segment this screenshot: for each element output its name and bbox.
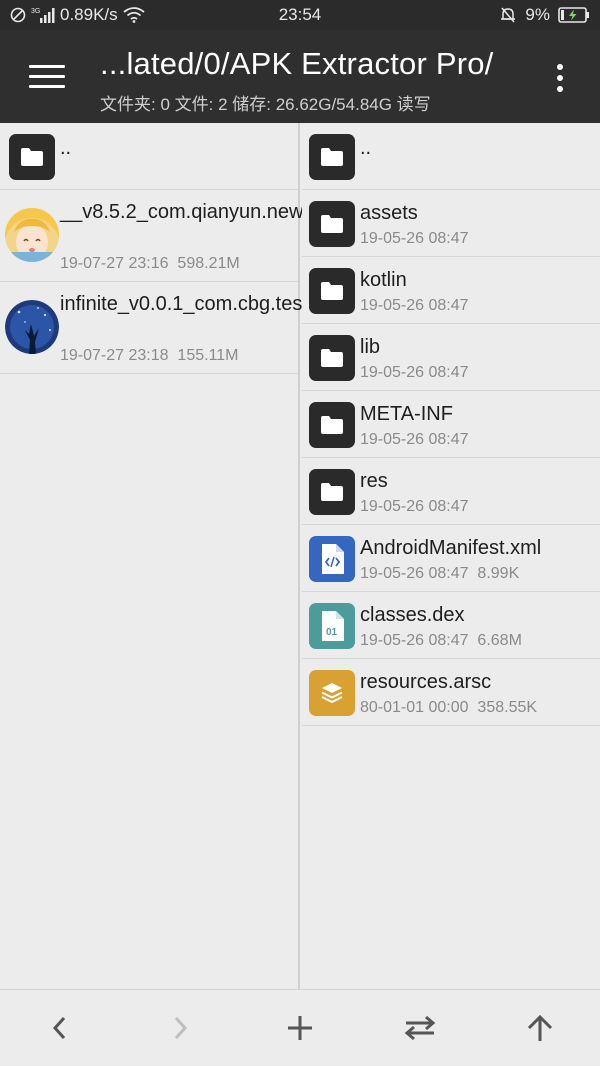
file-name: META-INF [360, 403, 453, 425]
file-size: 358.55K [477, 699, 538, 716]
file-date: 19-05-26 08:47 [360, 498, 469, 515]
battery-percent: 9% [525, 5, 550, 24]
file-date: 19-05-26 08:47 [360, 565, 469, 582]
add-icon[interactable] [240, 990, 360, 1066]
file-date: 19-05-26 08:47 [360, 297, 469, 314]
right-file-pane[interactable]: .. assets 19-05-26 08:47 kotlin 19-05-26… [302, 123, 600, 989]
file-name: infinite_v0.0.1_com.cbg.test.apk [60, 293, 346, 315]
xml-file-icon [309, 536, 355, 582]
file-date: 19-05-26 08:47 [360, 632, 469, 649]
app-bar: ...lated/0/APK Extractor Pro/ 文件夹: 0 文件:… [0, 30, 600, 123]
file-meta: 19-07-27 23:18 155.11M [60, 347, 239, 365]
folder-icon [309, 268, 355, 314]
folder-icon [309, 402, 355, 448]
hamburger-menu-icon[interactable] [22, 56, 72, 96]
list-item[interactable]: lib 19-05-26 08:47 [302, 324, 600, 391]
current-path-title: ...lated/0/APK Extractor Pro/ [100, 46, 494, 81]
folder-icon [309, 201, 355, 247]
starry-night-app-icon [5, 300, 59, 354]
list-item[interactable]: __v8.5.2_com.qianyun.newweb.apk 19-07-27… [0, 190, 378, 282]
anime-girl-app-icon [5, 208, 59, 262]
parent-directory-row[interactable]: .. [0, 123, 298, 190]
left-file-pane[interactable]: .. __v8.5.2_com.qianyun.newweb.apk 19-07… [0, 123, 378, 989]
directory-stats: 文件夹: 0 文件: 2 储存: 26.62G/54.84G 读写 [100, 95, 431, 114]
up-arrow-icon[interactable] [480, 990, 600, 1066]
file-date: 19-07-27 23:18 [60, 347, 169, 364]
file-size: 6.68M [477, 632, 522, 649]
status-bar: 3G 0.89K/s 23:54 9% [0, 0, 600, 30]
file-size: 8.99K [477, 565, 520, 582]
parent-directory-label: .. [60, 137, 72, 159]
list-item[interactable]: kotlin 19-05-26 08:47 [302, 257, 600, 324]
signal-icon: 3G [31, 6, 55, 24]
more-vert-icon[interactable] [545, 58, 575, 98]
file-date: 19-05-26 08:47 [360, 364, 469, 381]
file-meta: 80-01-01 00:00 358.55K [360, 699, 537, 717]
file-meta: 19-05-26 08:47 8.99K [360, 565, 519, 583]
list-item[interactable]: AndroidManifest.xml 19-05-26 08:47 8.99K [302, 525, 600, 592]
dnd-circle-icon [10, 7, 26, 23]
list-item[interactable]: res 19-05-26 08:47 [302, 458, 600, 525]
file-name: res [360, 470, 388, 492]
wifi-icon [123, 7, 145, 23]
file-name: lib [360, 336, 381, 358]
file-size: 598.21M [177, 255, 240, 272]
folder-icon [309, 469, 355, 515]
folder-icon [309, 134, 355, 180]
file-name: AndroidManifest.xml [360, 537, 542, 559]
list-item[interactable]: resources.arsc 80-01-01 00:00 358.55K [302, 659, 600, 726]
file-name: resources.arsc [360, 671, 492, 693]
mute-bell-icon [499, 6, 517, 24]
folder-icon [9, 134, 55, 180]
network-speed: 0.89K/s [60, 5, 118, 24]
file-name: classes.dex [360, 604, 465, 626]
file-meta: 19-07-27 23:16 598.21M [60, 255, 240, 273]
battery-charging-icon [558, 6, 590, 24]
file-meta: 19-05-26 08:47 6.68M [360, 632, 522, 650]
file-size: 155.11M [177, 347, 239, 364]
swap-icon[interactable] [360, 990, 480, 1066]
file-name: __v8.5.2_com.qianyun.newweb.apk [60, 201, 378, 223]
parent-directory-label: .. [360, 137, 372, 159]
svg-text:01: 01 [326, 627, 338, 638]
dex-file-icon: 01 [309, 603, 355, 649]
list-item[interactable]: assets 19-05-26 08:47 [302, 190, 600, 257]
list-item[interactable]: infinite_v0.0.1_com.cbg.test.apk 19-07-2… [0, 282, 346, 374]
forward-arrow-icon[interactable] [120, 990, 240, 1066]
list-item[interactable]: META-INF 19-05-26 08:47 [302, 391, 600, 458]
bottom-toolbar [0, 989, 600, 1066]
file-date: 19-05-26 08:47 [360, 230, 469, 247]
file-name: kotlin [360, 269, 407, 291]
parent-directory-row[interactable]: .. [302, 123, 600, 190]
file-date: 19-07-27 23:16 [60, 255, 169, 272]
arsc-layers-icon [309, 670, 355, 716]
list-item[interactable]: 01 classes.dex 19-05-26 08:47 6.68M [302, 592, 600, 659]
file-date: 19-05-26 08:47 [360, 431, 469, 448]
file-date: 80-01-01 00:00 [360, 699, 469, 716]
network-label: 3G [31, 8, 40, 15]
file-name: assets [360, 202, 418, 224]
folder-icon [309, 335, 355, 381]
back-arrow-icon[interactable] [0, 990, 120, 1066]
